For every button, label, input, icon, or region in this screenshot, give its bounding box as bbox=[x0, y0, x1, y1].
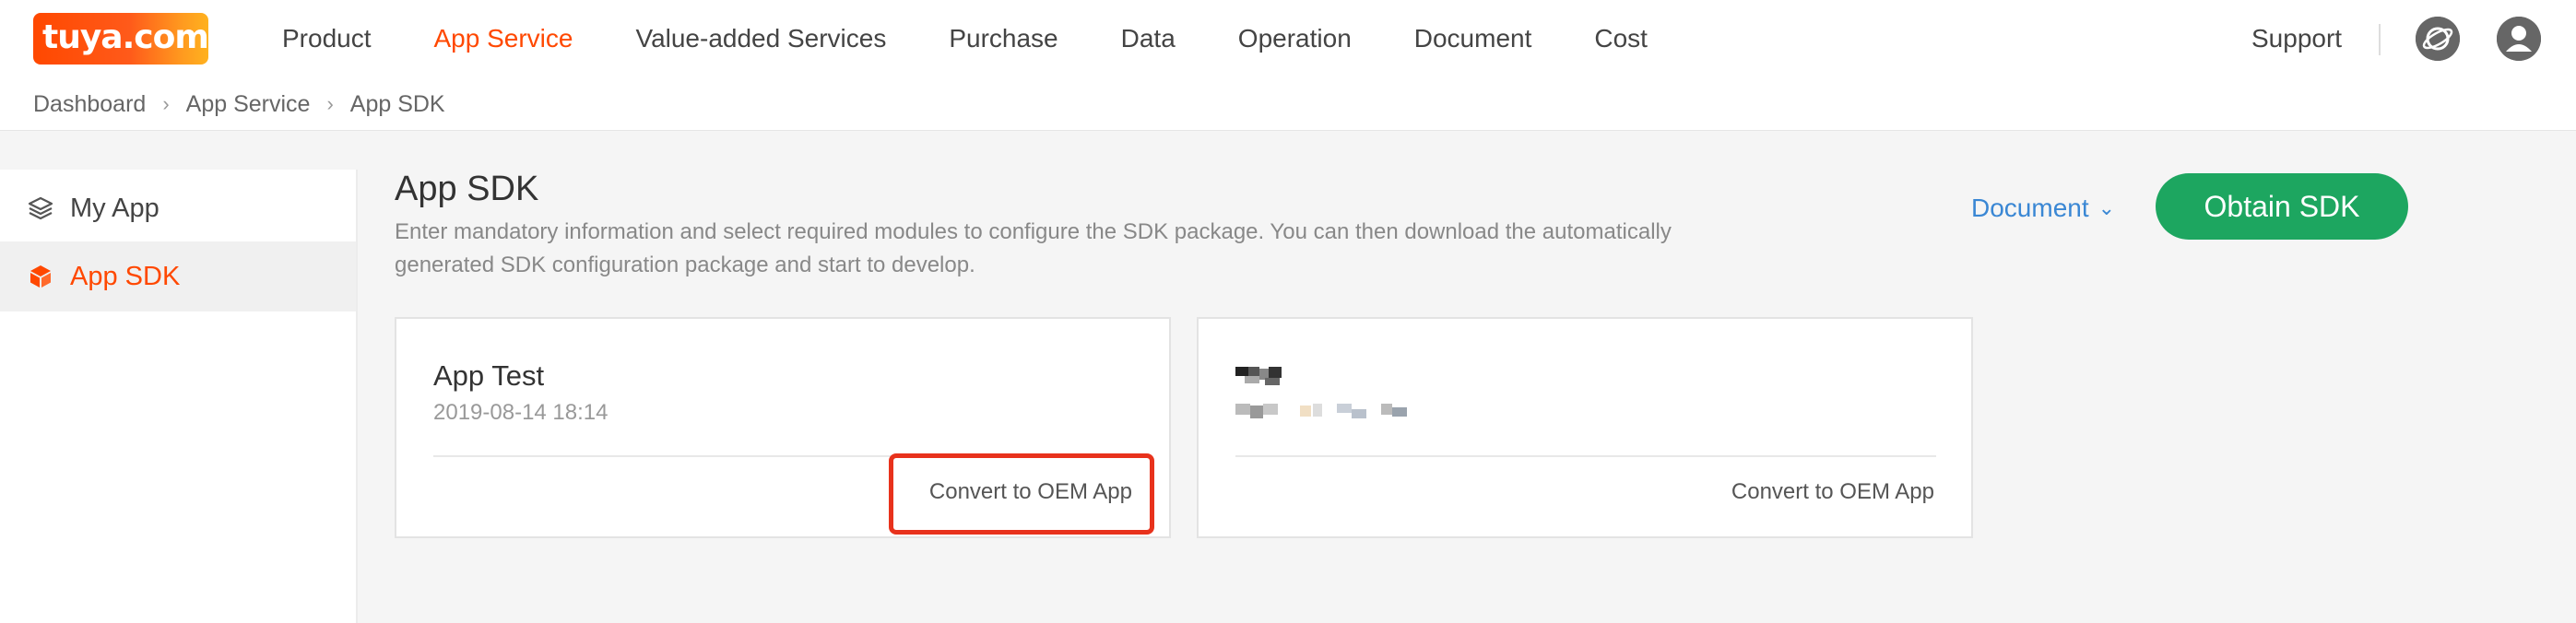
user-icon[interactable] bbox=[2497, 17, 2541, 61]
sidebar-item-my-app[interactable]: My App bbox=[0, 173, 356, 243]
nav-data[interactable]: Data bbox=[1121, 20, 1176, 57]
layers-icon bbox=[28, 195, 53, 221]
breadcrumb: Dashboard › App Service › App SDK bbox=[33, 88, 445, 120]
cube-icon bbox=[28, 264, 53, 289]
document-link-label: Document bbox=[1971, 194, 2089, 222]
nav-operation[interactable]: Operation bbox=[1238, 20, 1352, 57]
page-description: Enter mandatory information and select r… bbox=[395, 219, 1672, 277]
main-content: App SDK Enter mandatory information and … bbox=[358, 131, 2576, 623]
sidebar-item-label: App SDK bbox=[70, 261, 181, 291]
nav-document[interactable]: Document bbox=[1414, 20, 1532, 57]
document-dropdown[interactable]: Document ⌄ bbox=[1971, 190, 2115, 227]
app-card[interactable]: Convert to OEM App bbox=[1197, 317, 1973, 538]
page-title: App SDK bbox=[395, 170, 539, 208]
top-header: tuya.com Product App Service Value-added… bbox=[0, 0, 2576, 131]
card-divider bbox=[1235, 455, 1936, 457]
highlight-box bbox=[889, 453, 1154, 535]
chevron-down-icon: ⌄ bbox=[2097, 196, 2116, 219]
support-link[interactable]: Support bbox=[2251, 20, 2342, 57]
breadcrumb-app-service[interactable]: App Service bbox=[186, 88, 311, 120]
logo-text: tuya.com bbox=[42, 18, 208, 56]
nav-value-added-services[interactable]: Value-added Services bbox=[635, 20, 886, 57]
app-card-date: 2019-08-14 18:14 bbox=[433, 400, 609, 425]
sidebar: My App App SDK bbox=[0, 170, 358, 623]
sidebar-item-app-sdk[interactable]: App SDK bbox=[0, 241, 356, 312]
nav-cost[interactable]: Cost bbox=[1594, 20, 1648, 57]
app-card-title: App Test bbox=[433, 359, 545, 392]
sidebar-item-label: My App bbox=[70, 193, 160, 223]
breadcrumb-dashboard[interactable]: Dashboard bbox=[33, 88, 146, 120]
obtain-sdk-button[interactable]: Obtain SDK bbox=[2156, 173, 2408, 240]
nav-purchase[interactable]: Purchase bbox=[949, 20, 1058, 57]
chevron-right-icon: › bbox=[162, 92, 170, 115]
main-nav: Product App Service Value-added Services… bbox=[282, 20, 1710, 57]
nav-app-service[interactable]: App Service bbox=[434, 20, 573, 57]
app-card[interactable]: App Test 2019-08-14 18:14 Convert to OEM… bbox=[395, 317, 1171, 538]
nav-product[interactable]: Product bbox=[282, 20, 372, 57]
chevron-right-icon: › bbox=[326, 92, 334, 115]
tuya-logo[interactable]: tuya.com bbox=[33, 13, 208, 65]
header-divider bbox=[2379, 24, 2381, 55]
globe-icon[interactable] bbox=[2416, 17, 2460, 61]
convert-to-oem-app-button[interactable]: Convert to OEM App bbox=[1731, 479, 1934, 505]
breadcrumb-app-sdk: App SDK bbox=[349, 91, 445, 117]
